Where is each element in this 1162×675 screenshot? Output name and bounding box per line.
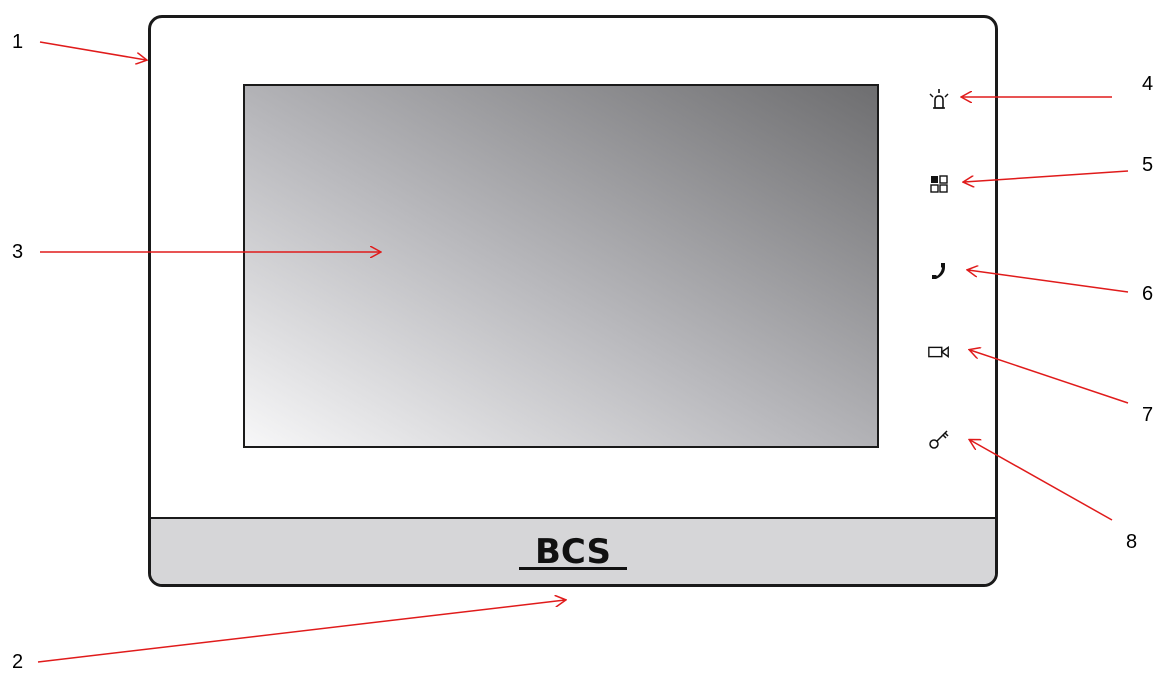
video-camera-icon: [928, 346, 949, 358]
unlock-button[interactable]: [927, 427, 951, 451]
callout-number-6: 6: [1142, 283, 1154, 305]
alarm-button[interactable]: [927, 88, 951, 112]
callout-number-8: 8: [1126, 531, 1138, 553]
call-button[interactable]: [927, 259, 951, 283]
callout-number-3: 3: [12, 241, 24, 263]
bottom-panel: BCS: [151, 517, 995, 584]
arrow-1: [39, 41, 146, 60]
callout-number-2: 2: [12, 651, 24, 673]
key-icon: [929, 430, 949, 449]
alarm-icon: [929, 89, 949, 109]
logo-text: BCS: [535, 532, 611, 572]
menu-grid-icon: [930, 175, 948, 193]
intercom-device-frame: BCS: [148, 15, 998, 587]
callout-number-5: 5: [1142, 154, 1154, 176]
menu-button[interactable]: [927, 172, 951, 196]
brand-logo: BCS: [151, 531, 995, 578]
callout-number-7: 7: [1142, 404, 1154, 426]
monitor-button[interactable]: [927, 340, 951, 364]
callout-number-1: 1: [12, 31, 24, 53]
callout-number-4: 4: [1142, 73, 1154, 95]
display-screen[interactable]: [243, 84, 879, 448]
arrow-2: [37, 600, 565, 663]
phone-handset-icon: [932, 263, 945, 279]
